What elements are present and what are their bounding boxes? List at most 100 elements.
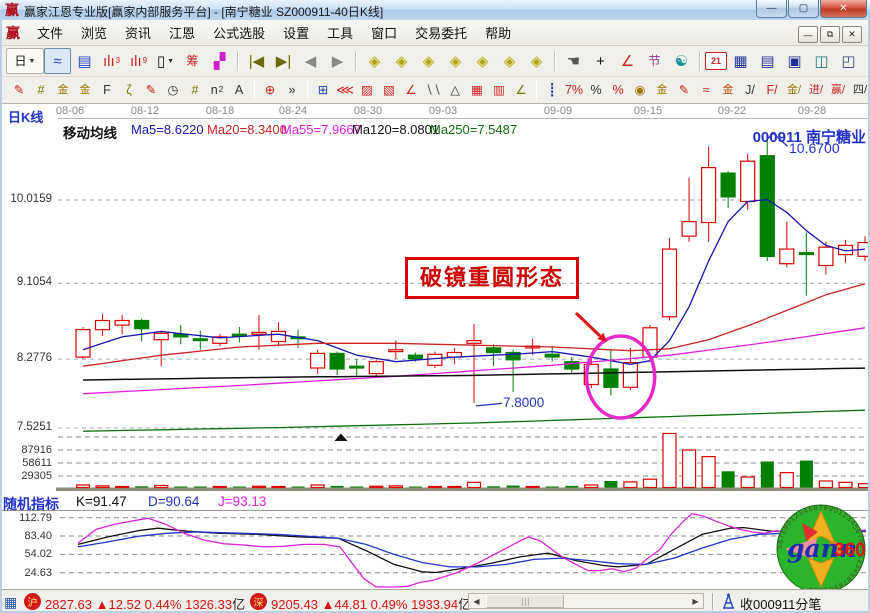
ma-legend-undefined: Ma250=7.5487 (430, 122, 517, 137)
shaded-box-icon[interactable]: ▨ (356, 79, 378, 101)
gold-lines-icon[interactable]: 金 (651, 79, 673, 101)
abc-wave-icon[interactable]: A (228, 79, 250, 101)
grid-view-icon[interactable]: ▦ (4, 594, 17, 611)
stock-label[interactable]: 000911 南宁糖业 (700, 126, 866, 147)
j-angle-icon[interactable]: J/ (739, 79, 761, 101)
time-cycle-icon[interactable]: ◷ (162, 79, 184, 101)
period-label[interactable]: 日K线 (8, 107, 43, 126)
bar-chart-3-icon[interactable]: ılı3 (98, 48, 125, 74)
red-pencil-icon[interactable]: ✎ (140, 79, 162, 101)
pan-hand-icon[interactable]: ☚ (560, 48, 587, 74)
first-page-icon[interactable]: |◀ (243, 48, 270, 74)
gold-slash-icon[interactable]: 金/ (783, 79, 805, 101)
maximize-button[interactable]: ▢ (788, 0, 819, 18)
parallel-lines-icon[interactable]: ∖∖ (422, 79, 444, 101)
indicator-title[interactable]: 随机指标 (3, 494, 59, 514)
pencil-tool-icon[interactable]: ✎ (8, 79, 30, 101)
last-page-icon[interactable]: ▶| (270, 48, 297, 74)
calculator-icon[interactable]: ▦ (727, 48, 754, 74)
remote-pc-icon[interactable]: ◰ (835, 48, 862, 74)
more-tools-icon[interactable]: » (281, 79, 303, 101)
menu-item-浏览[interactable]: 浏览 (72, 23, 116, 44)
jin-angle-icon[interactable]: 进/ (805, 79, 827, 101)
gold-angle-icon[interactable]: 金 (717, 79, 739, 101)
main-chart-pane[interactable] (56, 119, 868, 492)
menu-item-公式选股[interactable]: 公式选股 (204, 23, 274, 44)
menu-item-工具[interactable]: 工具 (318, 23, 362, 44)
box-grid-icon[interactable]: ⊞ (312, 79, 334, 101)
shenzhen-market-icon[interactable]: 深 (250, 593, 267, 610)
gold-grid-1-icon[interactable]: 金 (52, 79, 74, 101)
trend-curve-icon[interactable]: ≈ (44, 48, 71, 74)
next-page-icon[interactable]: ▶ (324, 48, 351, 74)
mdi-close-button[interactable]: ✕ (842, 26, 862, 43)
n-square-icon[interactable]: n2 (206, 79, 228, 101)
gann-diamond-2-icon[interactable]: ◈ (388, 48, 415, 74)
bar-chart-9-icon[interactable]: ılı9 (125, 48, 152, 74)
chart-horizontal-scrollbar[interactable]: ◀ ▶ (468, 593, 704, 609)
kdj-pane[interactable] (56, 511, 868, 588)
candle-style-icon[interactable]: ▯▼ (152, 48, 179, 74)
minimize-button[interactable]: — (756, 0, 787, 18)
jie-tool-icon[interactable]: 节 (641, 48, 668, 74)
gann-diamond-7-icon[interactable]: ◈ (523, 48, 550, 74)
volume-axis-label: 58611 (0, 457, 52, 469)
columns-icon[interactable]: ┋ (541, 79, 563, 101)
angle-measure-icon[interactable]: ∠ (614, 48, 641, 74)
menu-item-设置[interactable]: 设置 (274, 23, 318, 44)
f-angle-icon[interactable]: F/ (761, 79, 783, 101)
gann-diamond-5-icon[interactable]: ◈ (469, 48, 496, 74)
calendar-21-icon[interactable]: 21 (705, 52, 727, 70)
mdi-minimize-button[interactable]: — (798, 26, 818, 43)
olive-angle-icon[interactable]: ∠ (510, 79, 532, 101)
crosshair-icon[interactable]: + (587, 48, 614, 74)
color-histogram-icon[interactable]: ▞ (206, 48, 233, 74)
grid-tool-icon[interactable]: # (30, 79, 52, 101)
menu-item-江恩[interactable]: 江恩 (160, 23, 204, 44)
gann-diamond-3-icon[interactable]: ◈ (415, 48, 442, 74)
prev-page-icon[interactable]: ◀ (297, 48, 324, 74)
close-button[interactable]: ✕ (820, 0, 867, 18)
minute-chart-icon[interactable]: ▤ (71, 48, 98, 74)
brush-icon[interactable]: ✎ (673, 79, 695, 101)
grid2-icon[interactable]: # (184, 79, 206, 101)
cross-box-icon[interactable]: ▧ (378, 79, 400, 101)
triangle-icon[interactable]: △ (444, 79, 466, 101)
fibonacci-icon[interactable]: F (96, 79, 118, 101)
wave-tool-icon[interactable]: ≈ (695, 79, 717, 101)
gann-fan-icon[interactable]: ⋘ (334, 79, 356, 101)
menu-item-交易委托[interactable]: 交易委托 (406, 23, 476, 44)
price-axis-label: 8.2776 (0, 352, 52, 364)
save-icon[interactable]: ▣ (781, 48, 808, 74)
notes-icon[interactable]: ▤ (754, 48, 781, 74)
angle-lines-icon[interactable]: ∠ (400, 79, 422, 101)
scrollbar-thumb[interactable] (486, 594, 564, 608)
scroll-left-icon[interactable]: ◀ (469, 594, 484, 608)
percent-red-icon[interactable]: % (607, 79, 629, 101)
scroll-right-icon[interactable]: ▶ (688, 594, 703, 608)
percent7-icon[interactable]: 7% (563, 79, 585, 101)
title-bar[interactable]: 赢 赢家江恩专业版[赢家内部服务平台] - [南宁糖业 SZ000911-40日… (0, 0, 870, 21)
gann-diamond-1-icon[interactable]: ◈ (361, 48, 388, 74)
win-angle-icon[interactable]: 赢/ (827, 79, 849, 101)
mdi-restore-button[interactable]: ⧉ (820, 26, 840, 43)
gann-diamond-4-icon[interactable]: ◈ (442, 48, 469, 74)
chip-distribution-icon[interactable]: 筹 (179, 48, 206, 74)
menu-item-窗口[interactable]: 窗口 (362, 23, 406, 44)
neural-net-icon[interactable]: ☯ (668, 48, 695, 74)
menu-item-帮助[interactable]: 帮助 (476, 23, 520, 44)
gold-grid-2-icon[interactable]: 金 (74, 79, 96, 101)
red-grid2-icon[interactable]: ▥ (488, 79, 510, 101)
shanghai-market-icon[interactable]: 沪 (24, 593, 41, 610)
wave5-icon[interactable]: ζ (118, 79, 140, 101)
menu-item-资讯[interactable]: 资讯 (116, 23, 160, 44)
gann-diamond-6-icon[interactable]: ◈ (496, 48, 523, 74)
period-day-selector[interactable]: 日▼ (6, 48, 44, 74)
red-grid-icon[interactable]: ▦ (466, 79, 488, 101)
menu-item-文件[interactable]: 文件 (28, 23, 72, 44)
percent-icon[interactable]: % (585, 79, 607, 101)
gold-circle-icon[interactable]: ◉ (629, 79, 651, 101)
four-angle-icon[interactable]: 四/ (849, 79, 870, 101)
target-icon[interactable]: ⊕ (259, 79, 281, 101)
network-icon[interactable]: ◫ (808, 48, 835, 74)
